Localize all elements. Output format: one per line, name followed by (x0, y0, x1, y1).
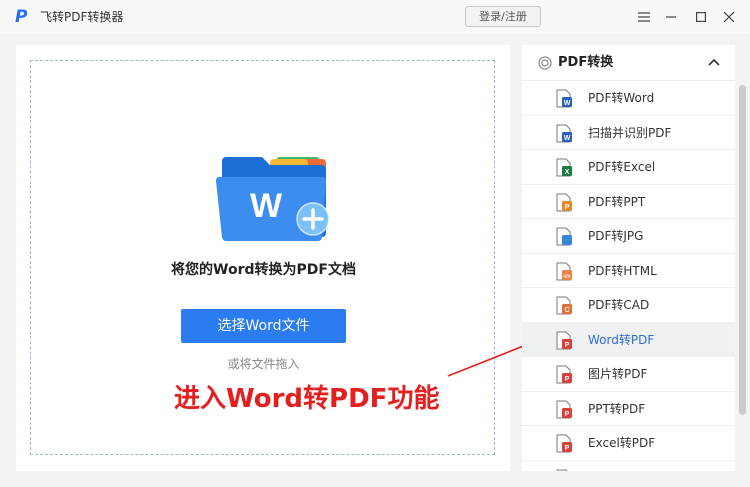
word-folder-icon: W (216, 157, 330, 241)
sidebar-item-label: Word转PDF (588, 332, 655, 347)
app-logo-icon: P (15, 7, 28, 27)
svg-text:P: P (565, 342, 570, 349)
sidebar-item-10[interactable]: P Excel转PDF (522, 426, 735, 461)
pdf-file-icon: P (556, 469, 569, 471)
sidebar-list: W PDF转Word W 扫描并识别PDF X PDF转Excel P PDF转PPT PDF转… (522, 81, 735, 471)
scrollbar-thumb[interactable] (739, 85, 746, 415)
sidebar-item-8[interactable]: P 图片转PDF (522, 357, 735, 392)
sidebar-item-label: 图片转PDF (588, 367, 648, 381)
annotation-text: 进入Word转PDF功能 (174, 384, 440, 414)
word-file-icon: W (556, 124, 572, 142)
choose-word-file-button[interactable]: 选择Word文件 (181, 309, 346, 343)
sidebar-item-label: PDF转JPG (588, 229, 644, 243)
svg-text:W: W (564, 100, 571, 107)
sidebar-item-label: PDF转HTML (588, 263, 657, 278)
sidebar-item-5[interactable]: </> PDF转HTML (522, 254, 735, 288)
sidebar-item-label: Excel转PDF (588, 436, 656, 450)
sidebar-item-label: PDF转Excel (588, 160, 656, 174)
sidebar-item-0[interactable]: W PDF转Word (522, 81, 735, 116)
sidebar-item-2[interactable]: X PDF转Excel (522, 150, 735, 185)
svg-text:C: C (564, 307, 569, 314)
convert-circle-icon (538, 56, 552, 70)
svg-text:X: X (565, 169, 570, 176)
sidebar-item-label: PDF转CAD (588, 298, 650, 312)
image-file-icon (556, 227, 572, 246)
pdf-file-icon: P (556, 400, 572, 418)
close-icon[interactable] (718, 6, 740, 27)
chevron-up-icon[interactable] (708, 57, 720, 69)
sidebar-item-3[interactable]: P PDF转PPT (522, 185, 735, 219)
sidebar-section-header[interactable]: PDF转换 (522, 45, 735, 81)
drop-zone-title: 将您的Word转换为PDF文档 (171, 262, 356, 278)
minimize-icon[interactable] (660, 6, 682, 27)
sidebar-item-label: PPT转PDF (588, 401, 646, 416)
pdf-file-icon: P (556, 434, 572, 453)
login-register-button[interactable]: 登录/注册 (465, 6, 541, 27)
sidebar-item-7[interactable]: P Word转PDF (522, 322, 735, 357)
sidebar-scrollbar[interactable] (737, 45, 748, 471)
svg-text:P: P (565, 411, 570, 418)
svg-text:P: P (565, 204, 570, 211)
sidebar-item-label: PDF转PPT (588, 194, 646, 209)
app-title: 飞转PDF转换器 (40, 10, 124, 24)
word-file-icon: W (556, 89, 572, 108)
sidebar-item-6[interactable]: C PDF转CAD (522, 288, 735, 323)
sidebar-item-11[interactable]: P (522, 461, 735, 471)
cad-file-icon: C (556, 296, 572, 315)
pdf-file-icon: P (556, 365, 572, 384)
title-bar: P 飞转PDF转换器 登录/注册 (0, 0, 750, 34)
maximize-icon[interactable] (690, 6, 712, 27)
conversion-sidebar: PDF转换 W PDF转Word W 扫描并识别PDF X PDF转Excel P PDF转P… (522, 45, 735, 471)
pdf-file-icon: P (556, 331, 572, 349)
excel-file-icon: X (556, 158, 572, 177)
sidebar-section-title: PDF转换 (558, 55, 614, 70)
svg-text:P: P (565, 376, 570, 383)
ppt-file-icon: P (556, 193, 572, 211)
sidebar-item-label: 扫描并识别PDF (588, 125, 672, 140)
svg-text:W: W (250, 187, 283, 225)
svg-text:W: W (564, 135, 571, 142)
sidebar-item-label: PDF转Word (588, 91, 655, 105)
sidebar-item-4[interactable]: PDF转JPG (522, 219, 735, 254)
sidebar-item-1[interactable]: W 扫描并识别PDF (522, 116, 735, 150)
drag-hint: 或将文件拖入 (227, 357, 300, 371)
svg-text:</>: </> (563, 274, 570, 280)
html-file-icon: </> (556, 262, 572, 280)
svg-text:P: P (565, 445, 570, 452)
menu-icon[interactable] (633, 6, 655, 27)
sidebar-item-9[interactable]: P PPT转PDF (522, 392, 735, 426)
